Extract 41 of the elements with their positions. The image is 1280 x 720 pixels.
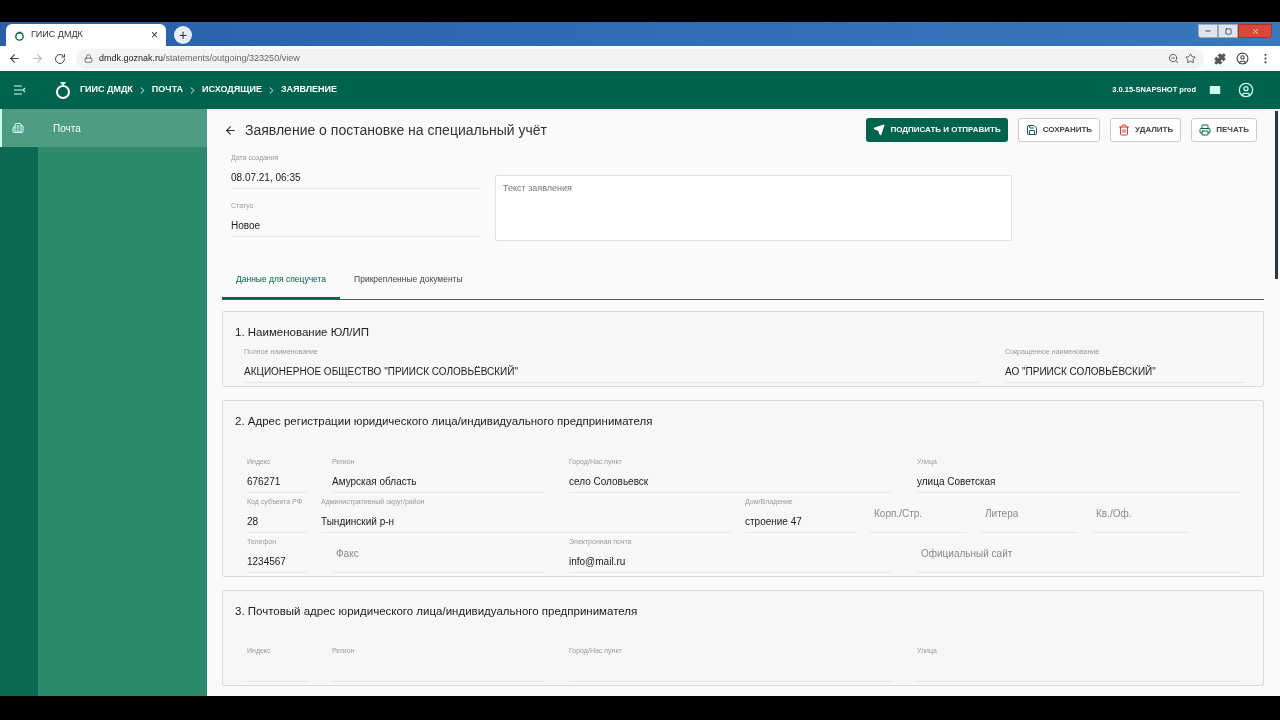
save-button[interactable]: СОХРАНИТЬ bbox=[1017, 118, 1101, 142]
new-tab-button[interactable]: + bbox=[174, 26, 192, 44]
tab-close-button[interactable]: × bbox=[151, 26, 158, 44]
zoom-icon[interactable] bbox=[1168, 53, 1179, 64]
bookmark-star-icon[interactable] bbox=[1185, 53, 1196, 64]
tab[interactable]: Прикрепленные документы bbox=[340, 261, 477, 299]
profile-icon[interactable] bbox=[1236, 52, 1249, 65]
scrollbar[interactable] bbox=[1275, 111, 1278, 279]
reload-icon[interactable] bbox=[54, 52, 66, 65]
send-icon bbox=[873, 124, 886, 136]
maximize-icon bbox=[1224, 27, 1232, 35]
print-button[interactable]: ПЕЧАТЬ bbox=[1191, 118, 1257, 142]
send-button[interactable]: ПОДПИСАТЬ И ОТПРАВИТЬ bbox=[866, 118, 1008, 142]
lock-icon bbox=[84, 54, 93, 63]
section-title: 1. Наименование ЮЛ/ИП bbox=[235, 325, 371, 340]
minimize-icon bbox=[1204, 27, 1212, 35]
address-field[interactable]: dmdk.goznak.ru/statements/outgoing/323250/view bbox=[76, 48, 1204, 69]
text-area[interactable]: Текст заявления bbox=[495, 175, 1012, 241]
section-title: 3. Почтовый адрес юридического лица/индивидуального предпринимателя bbox=[235, 603, 639, 619]
menu-collapse-icon[interactable] bbox=[14, 85, 26, 95]
breadcrumb-link[interactable]: ЗАЯВЛЕНИЕ bbox=[280, 83, 338, 97]
back-icon[interactable] bbox=[8, 52, 21, 65]
page-title: Заявление о постановке на специальный учёт bbox=[245, 120, 547, 140]
breadcrumb-link[interactable]: ГИИС ДМДК bbox=[80, 83, 133, 97]
ring-logo-icon bbox=[14, 29, 25, 41]
building-icon bbox=[12, 122, 24, 134]
section-title: 2. Адрес регистрации юридического лица/индивидуального предпринимателя bbox=[235, 414, 654, 430]
save-icon bbox=[1025, 124, 1038, 136]
extensions-icon[interactable] bbox=[1214, 52, 1226, 65]
tab-title: ГИИС ДМДК bbox=[31, 28, 83, 42]
printer-icon bbox=[1199, 124, 1212, 136]
close-icon bbox=[1250, 26, 1260, 36]
breadcrumb-link[interactable]: ИСХОДЯЩИЕ bbox=[202, 83, 262, 97]
breadcrumb-link[interactable]: ПОЧТА bbox=[151, 83, 184, 97]
delete-button[interactable]: УДАЛИТЬ bbox=[1110, 118, 1182, 142]
back-arrow-icon[interactable] bbox=[224, 123, 237, 137]
tab[interactable]: Данные для спецучета bbox=[222, 261, 341, 299]
ring-logo-icon bbox=[54, 80, 72, 100]
browser-tab[interactable]: ГИИС ДМДК × bbox=[6, 24, 166, 46]
account-icon[interactable] bbox=[1238, 82, 1254, 98]
trash-icon bbox=[1118, 124, 1131, 136]
